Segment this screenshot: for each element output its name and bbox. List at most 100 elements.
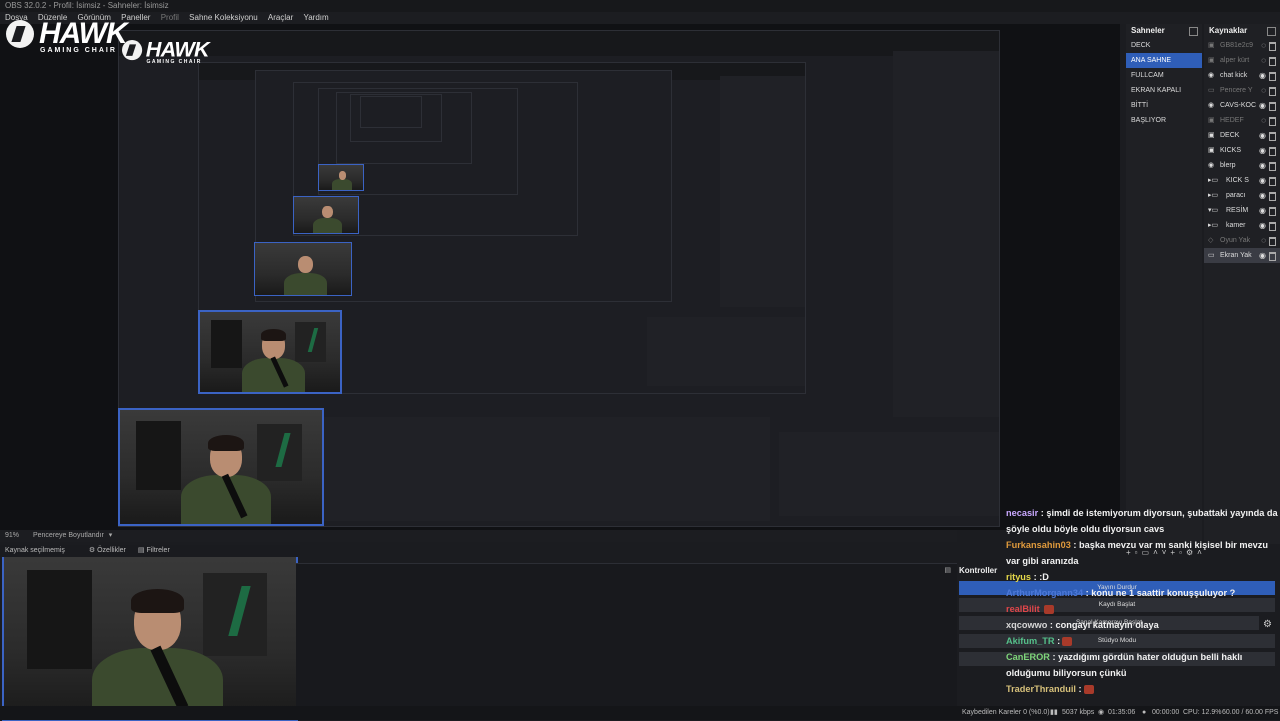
eye-icon[interactable]: ◉: [1259, 158, 1266, 173]
dock-undock-icon[interactable]: [1189, 27, 1198, 36]
rec-time: 00:00:00: [1152, 706, 1179, 720]
source-item[interactable]: ▭Pencere Y◌: [1204, 83, 1280, 98]
fps: 60.00 / 60.00 FPS: [1222, 706, 1278, 720]
lock-icon[interactable]: [1269, 102, 1276, 111]
webcam-door: [27, 570, 91, 670]
chat-message: CanEROR : yazdığımı gördün hater olduğun…: [1006, 649, 1280, 681]
properties-button[interactable]: Özellikler: [97, 547, 126, 554]
menu-tools[interactable]: Araçlar: [268, 13, 293, 22]
lock-icon[interactable]: [1269, 162, 1276, 171]
logo-tagline: GAMING CHAIR: [40, 47, 117, 54]
nested-webcam-4: [293, 196, 359, 234]
chat-text: :: [1057, 636, 1060, 646]
scenes-dock: Sahneler DECK ANA SAHNE FULLCAM EKRAN KA…: [1126, 24, 1202, 544]
source-label: alper kürt: [1220, 57, 1249, 64]
lock-icon[interactable]: [1269, 87, 1276, 96]
source-item[interactable]: ▣DECK◉: [1204, 128, 1280, 143]
eye-hidden-icon[interactable]: ◌: [1261, 113, 1266, 128]
eye-icon[interactable]: ◉: [1259, 173, 1266, 188]
lock-icon[interactable]: [1269, 72, 1276, 81]
eye-icon[interactable]: ◉: [1259, 188, 1266, 203]
logo-tagline-nested: GAMING CHAIR: [146, 59, 201, 64]
lock-icon[interactable]: [1269, 42, 1276, 51]
live-icon: ◉: [1098, 706, 1104, 720]
scene-item[interactable]: BİTTİ: [1126, 98, 1202, 113]
eye-icon[interactable]: ◉: [1259, 68, 1266, 83]
menu-profile[interactable]: Profil: [161, 13, 179, 22]
title-bar: OBS 32.0.2 - Profil: İsimsiz - Sahneler:…: [0, 0, 1280, 12]
image-icon: ▣: [1208, 143, 1215, 158]
source-item[interactable]: ▣ alper kürt ◌: [1204, 53, 1280, 68]
chat-message: realBilit: [1006, 601, 1280, 617]
webcam-overlay: [2, 551, 298, 721]
source-item[interactable]: ▣HEDEF◌: [1204, 113, 1280, 128]
source-label: kamer: [1226, 222, 1245, 229]
eye-icon[interactable]: ◉: [1259, 218, 1266, 233]
dock-undock-icon[interactable]: [1267, 27, 1276, 36]
lock-icon[interactable]: [1269, 192, 1276, 201]
cpu-usage: CPU: 12.9%: [1183, 706, 1222, 720]
window-title: OBS 32.0.2 - Profil: İsimsiz - Sahneler:…: [5, 1, 169, 10]
sources-dock: Kaynaklar ▣GB81e2c9◌ ▣ alper kürt ◌ ◉chat …: [1204, 24, 1280, 544]
source-item[interactable]: ▭Ekran Yak◉: [1204, 248, 1280, 263]
lock-icon[interactable]: [1269, 177, 1276, 186]
browser-icon: ◉: [1208, 68, 1214, 83]
source-item[interactable]: ▸▭paracı◉: [1204, 188, 1280, 203]
source-item[interactable]: ◉CAVS-KOC◉: [1204, 98, 1280, 113]
lock-icon[interactable]: [1269, 117, 1276, 126]
eye-icon[interactable]: ◉: [1259, 98, 1266, 113]
image-icon: ▣: [1208, 53, 1215, 68]
network-icon: ▮▮: [1050, 706, 1058, 720]
lock-icon[interactable]: [1269, 207, 1276, 216]
source-item[interactable]: ◉chat kick◉: [1204, 68, 1280, 83]
chevron-down-icon[interactable]: ▾: [109, 532, 113, 539]
source-label: RESİM: [1226, 207, 1248, 214]
source-item[interactable]: ▸▭KICK S◉: [1204, 173, 1280, 188]
lock-icon[interactable]: [1269, 147, 1276, 156]
source-item[interactable]: ▾▭RESİM◉: [1204, 203, 1280, 218]
filters-button[interactable]: Filtreler: [146, 547, 169, 554]
eye-hidden-icon[interactable]: ◌: [1261, 83, 1266, 98]
chat-message: xqcowwo : congayı katmayın olaya: [1006, 617, 1280, 633]
dock-menu-icon[interactable]: ▤: [944, 566, 951, 574]
chat-message: TraderThranduil :: [1006, 681, 1280, 697]
eye-hidden-icon[interactable]: ◌: [1261, 53, 1266, 68]
eye-icon[interactable]: ◉: [1259, 143, 1266, 158]
scene-item[interactable]: ANA SAHNE: [1126, 53, 1202, 68]
source-item[interactable]: ▣GB81e2c9◌: [1204, 38, 1280, 53]
menu-scene-collection[interactable]: Sahne Koleksiyonu: [189, 13, 258, 22]
scene-item[interactable]: BAŞLIYOR: [1126, 113, 1202, 128]
bitrate: 5037 kbps: [1062, 706, 1094, 720]
logo-brand: HAWK: [39, 21, 127, 47]
zoom-level[interactable]: 91%: [5, 532, 19, 539]
lock-icon[interactable]: [1269, 222, 1276, 231]
chat-text: : konu ne 1 saattir konuşşuluyor ?: [1086, 588, 1236, 598]
eye-icon[interactable]: ◉: [1259, 203, 1266, 218]
menu-help[interactable]: Yardım: [303, 13, 328, 22]
chat-username: realBilit: [1006, 604, 1040, 614]
scene-item[interactable]: DECK: [1126, 38, 1202, 53]
lock-icon[interactable]: [1269, 132, 1276, 141]
eye-hidden-icon[interactable]: ◌: [1261, 233, 1266, 248]
source-item[interactable]: ▣KICKS◉: [1204, 143, 1280, 158]
eye-icon[interactable]: ◉: [1259, 128, 1266, 143]
lock-icon[interactable]: [1269, 57, 1276, 66]
lock-icon[interactable]: [1269, 252, 1276, 261]
image-icon: ▣: [1208, 38, 1215, 53]
source-item[interactable]: ▸▭kamer◉: [1204, 218, 1280, 233]
eye-hidden-icon[interactable]: ◌: [1261, 38, 1266, 53]
chat-message: ArthurMorgann34 : konu ne 1 saattir konu…: [1006, 585, 1280, 601]
scene-item[interactable]: EKRAN KAPALI: [1126, 83, 1202, 98]
source-item[interactable]: ◉blerp◉: [1204, 158, 1280, 173]
window-icon: ▭: [1208, 83, 1215, 98]
eye-icon[interactable]: ◉: [1259, 248, 1266, 263]
fit-to-window-label[interactable]: Pencereye Boyutlandır: [33, 532, 104, 539]
lock-icon[interactable]: [1269, 237, 1276, 246]
gear-icon[interactable]: ⚙: [89, 547, 95, 554]
filter-icon[interactable]: ▤: [138, 547, 145, 554]
source-item[interactable]: ◇Oyun Yak◌: [1204, 233, 1280, 248]
sources-header: Kaynaklar: [1204, 24, 1280, 38]
emote-icon: [1062, 637, 1072, 646]
scene-item[interactable]: FULLCAM: [1126, 68, 1202, 83]
preview-canvas[interactable]: HAWK GAMING CHAIR HAWK GAMING CHAIR: [0, 24, 1120, 530]
